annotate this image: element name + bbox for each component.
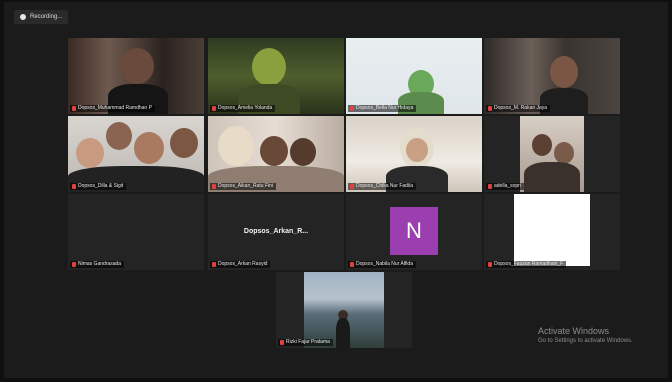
participant-tile[interactable]: Dopsos_Amelia Yolanda xyxy=(208,38,344,114)
participant-name: Dopsos_Muhammad Ramdhan P xyxy=(78,105,152,111)
participant-name-tag: Dopsos_Aikan_Ratu Fini xyxy=(210,183,277,190)
participant-name-tag: Dopsos_Arkan Rasyid xyxy=(210,261,271,268)
participant-name-tag: Dopsos_Nabila Nur Alfida xyxy=(348,261,416,268)
participant-tile[interactable]: Dopsos_Arkan_R... Dopsos_Arkan Rasyid xyxy=(208,194,344,270)
participant-name: Dopsos_Aikan_Ratu Fini xyxy=(218,183,274,189)
person-body xyxy=(524,162,580,192)
participant-name-tag: Dopsos_Chika Nur Fadila xyxy=(348,183,416,190)
participant-name-tag: Nimas Gandrasada xyxy=(70,261,125,268)
muted-mic-icon xyxy=(72,262,76,267)
participant-video xyxy=(514,194,590,266)
meeting-window: Recording... Dopsos_Muhammad Ramdhan P D… xyxy=(4,2,668,378)
person-head xyxy=(252,48,286,86)
person-head xyxy=(550,56,578,88)
person-head xyxy=(106,122,132,150)
participant-name-tag: adella_sopri xyxy=(486,183,524,190)
participant-name-tag: Dopsos_Bella Nur Hidaya xyxy=(348,105,417,112)
muted-mic-icon xyxy=(212,184,216,189)
participant-name: Dopsos_M. Rakan Jaya xyxy=(494,105,548,111)
participant-name: Dopsos_Dilla & Sigit xyxy=(78,183,124,189)
participant-avatar: N xyxy=(390,207,438,255)
muted-mic-icon xyxy=(488,184,492,189)
muted-mic-icon xyxy=(350,106,354,111)
participant-name: Nimas Gandrasada xyxy=(78,261,122,267)
muted-mic-icon xyxy=(488,262,492,267)
participant-tile[interactable]: Nimas Gandrasada xyxy=(68,194,204,270)
muted-mic-icon xyxy=(488,106,492,111)
person-head xyxy=(554,142,574,164)
person-head xyxy=(76,138,104,168)
record-icon xyxy=(20,14,26,20)
participant-name-tag: Dopsos_M. Rakan Jaya xyxy=(486,105,551,112)
participant-name: Dopsos_Chika Nur Fadila xyxy=(356,183,413,189)
person-head xyxy=(218,126,254,166)
person-head xyxy=(290,138,316,166)
participant-tile[interactable]: Dopsos_Dilla & Sigit xyxy=(68,116,204,192)
participant-name: Dopsos_Amelia Yolanda xyxy=(218,105,273,111)
muted-mic-icon xyxy=(72,184,76,189)
activation-watermark: Activate Windows Go to Settings to activ… xyxy=(538,326,633,346)
person-head xyxy=(532,134,552,156)
person-head xyxy=(120,48,154,84)
muted-mic-icon xyxy=(212,106,216,111)
muted-mic-icon xyxy=(212,262,216,267)
watermark-subtitle: Go to Settings to activate Windows. xyxy=(538,338,633,344)
person-head xyxy=(170,128,198,158)
participant-name-tag: Dopsos_Fauzan Ramadhani_F xyxy=(486,261,567,268)
participant-name: Dopsos_Nabila Nur Alfida xyxy=(356,261,413,267)
participant-tile[interactable]: Rizki Fajar Pratama xyxy=(276,272,412,348)
participant-tile[interactable]: Dopsos_Chika Nur Fadila xyxy=(346,116,482,192)
participant-name-tag: Dopsos_Muhammad Ramdhan P xyxy=(70,105,155,112)
participant-tile[interactable]: Dopsos_Aikan_Ratu Fini xyxy=(208,116,344,192)
participant-tile[interactable]: N Dopsos_Nabila Nur Alfida xyxy=(346,194,482,270)
participant-display-name: Dopsos_Arkan_R... xyxy=(243,228,309,235)
recording-label: Recording... xyxy=(30,14,63,20)
person-body xyxy=(336,318,350,348)
participant-tile[interactable]: Dopsos_Bella Nur Hidaya xyxy=(346,38,482,114)
muted-mic-icon xyxy=(72,106,76,111)
participant-name: Dopsos_Arkan Rasyid xyxy=(218,261,268,267)
participant-name: Dopsos_Bella Nur Hidaya xyxy=(356,105,414,111)
participant-tile[interactable]: Dopsos_Fauzan Ramadhani_F xyxy=(484,194,620,270)
participant-name: Dopsos_Fauzan Ramadhani_F xyxy=(494,261,564,267)
participant-name-tag: Rizki Fajar Pratama xyxy=(278,339,333,346)
muted-mic-icon xyxy=(280,340,284,345)
participant-tile[interactable]: Dopsos_Muhammad Ramdhan P xyxy=(68,38,204,114)
person-head xyxy=(260,136,288,166)
participant-name-tag: Dopsos_Amelia Yolanda xyxy=(210,105,276,112)
person-head xyxy=(406,138,428,162)
muted-mic-icon xyxy=(350,262,354,267)
participant-tile[interactable]: adella_sopri xyxy=(484,116,620,192)
watermark-title: Activate Windows xyxy=(538,326,610,336)
participant-name: Rizki Fajar Pratama xyxy=(286,339,330,345)
person-head xyxy=(134,132,164,164)
recording-indicator[interactable]: Recording... xyxy=(14,10,69,24)
participant-name-tag: Dopsos_Dilla & Sigit xyxy=(70,183,127,190)
muted-mic-icon xyxy=(350,184,354,189)
participant-name: adella_sopri xyxy=(494,183,521,189)
participant-tile[interactable]: Dopsos_M. Rakan Jaya xyxy=(484,38,620,114)
